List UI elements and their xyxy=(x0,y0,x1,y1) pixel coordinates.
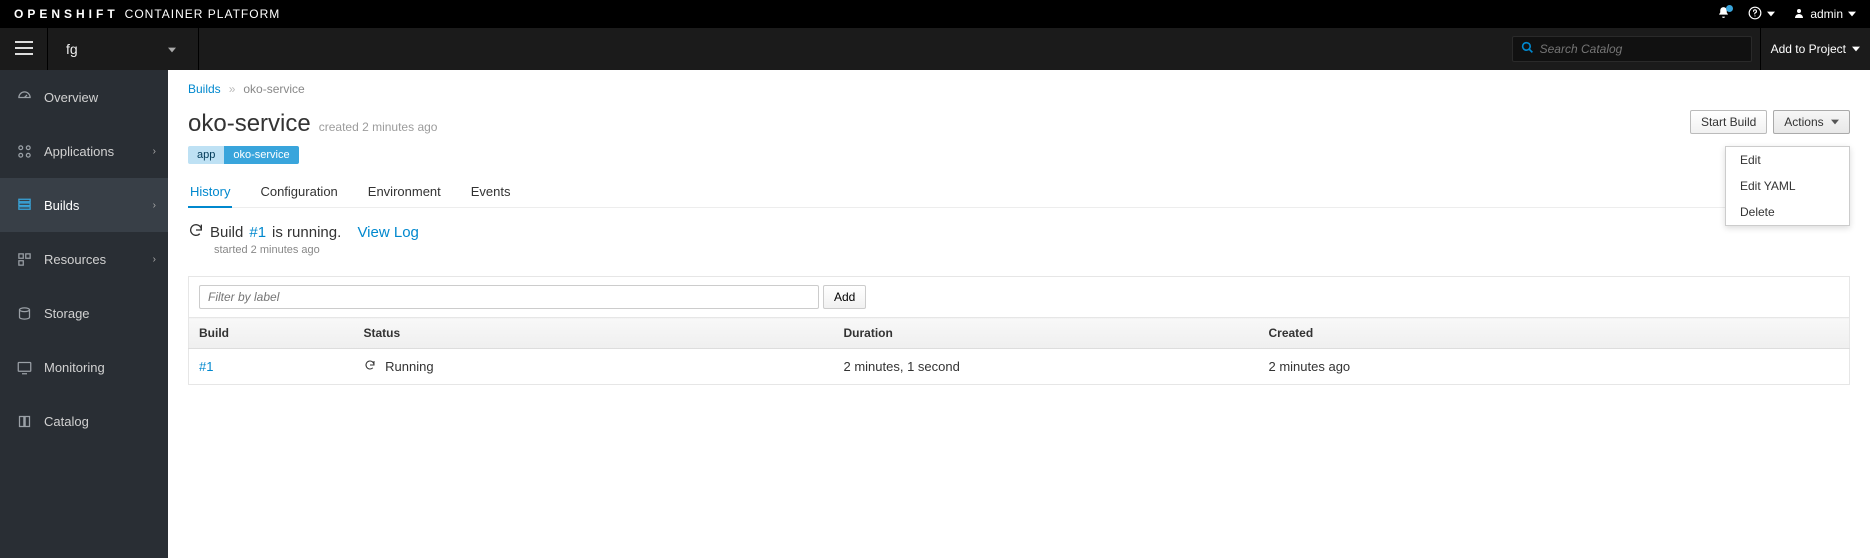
actions-label: Actions xyxy=(1784,115,1823,129)
tab-environment[interactable]: Environment xyxy=(366,178,443,207)
add-to-project-button[interactable]: Add to Project xyxy=(1760,28,1870,70)
user-label: admin xyxy=(1810,7,1843,21)
sidebar-item-applications[interactable]: Applications › xyxy=(0,124,168,178)
sidebar: Overview Applications › Builds › Resourc… xyxy=(0,70,168,558)
status-started: started 2 minutes ago xyxy=(214,244,1850,256)
search-icon xyxy=(1521,41,1534,57)
page-title: oko-service xyxy=(188,110,311,138)
builds-icon xyxy=(16,197,32,213)
chevron-down-icon xyxy=(1831,115,1839,129)
tabs: History Configuration Environment Events xyxy=(188,178,1850,208)
status-suffix: is running. xyxy=(272,224,341,241)
chevron-right-icon: › xyxy=(153,200,156,211)
dashboard-icon xyxy=(16,89,32,105)
table-row: #1 Running 2 minutes, 1 second 2 minutes… xyxy=(189,349,1850,385)
page-created-meta: created 2 minutes ago xyxy=(319,120,438,134)
actions-edit-yaml[interactable]: Edit YAML xyxy=(1726,173,1849,199)
main-content: Builds » oko-service oko-service created… xyxy=(168,70,1870,558)
sidebar-item-label: Builds xyxy=(44,198,79,213)
sync-icon xyxy=(188,222,204,242)
sidebar-item-monitoring[interactable]: Monitoring xyxy=(0,340,168,394)
labels-row: appoko-service xyxy=(188,146,1850,164)
tab-configuration[interactable]: Configuration xyxy=(258,178,339,207)
project-name: fg xyxy=(66,41,78,57)
breadcrumb-sep: » xyxy=(229,82,236,96)
build-link[interactable]: #1 xyxy=(199,359,213,374)
catalog-search-input[interactable] xyxy=(1540,42,1743,56)
sync-icon xyxy=(364,359,380,374)
builds-table: Build Status Duration Created #1 Running… xyxy=(188,317,1850,385)
build-status-line: Build #1 is running. View Log xyxy=(188,222,1850,242)
chevron-down-icon xyxy=(1852,42,1860,56)
tab-events[interactable]: Events xyxy=(469,178,513,207)
breadcrumb: Builds » oko-service xyxy=(188,82,1850,96)
storage-icon xyxy=(16,305,32,321)
sidebar-item-overview[interactable]: Overview xyxy=(0,70,168,124)
actions-dropdown-button[interactable]: Actions xyxy=(1773,110,1850,134)
actions-edit[interactable]: Edit xyxy=(1726,147,1849,173)
build-duration: 2 minutes, 1 second xyxy=(834,349,1259,385)
filter-row: Add xyxy=(188,276,1850,317)
applications-icon xyxy=(16,143,32,159)
sidebar-item-label: Applications xyxy=(44,144,114,159)
hamburger-icon xyxy=(15,41,33,58)
sidebar-item-label: Storage xyxy=(44,306,90,321)
context-bar: fg Add to Project xyxy=(0,28,1870,70)
label-value[interactable]: oko-service xyxy=(224,146,298,164)
col-created[interactable]: Created xyxy=(1259,318,1850,349)
monitoring-icon xyxy=(16,359,32,375)
filter-input[interactable] xyxy=(199,285,819,309)
masthead: OPENSHIFT CONTAINER PLATFORM admin xyxy=(0,0,1870,28)
brand-logo: OPENSHIFT xyxy=(14,7,119,21)
build-status: Running xyxy=(385,359,433,374)
add-to-project-label: Add to Project xyxy=(1771,42,1846,56)
breadcrumb-root[interactable]: Builds xyxy=(188,82,221,96)
sidebar-item-resources[interactable]: Resources › xyxy=(0,232,168,286)
actions-dropdown-menu: Edit Edit YAML Delete xyxy=(1725,146,1850,226)
status-build-link[interactable]: #1 xyxy=(249,224,266,241)
help-icon xyxy=(1748,6,1762,23)
sidebar-toggle[interactable] xyxy=(0,28,48,70)
col-status[interactable]: Status xyxy=(354,318,834,349)
label-key[interactable]: app xyxy=(188,146,224,164)
filter-add-button[interactable]: Add xyxy=(823,285,866,309)
status-prefix: Build xyxy=(210,224,243,241)
catalog-search[interactable] xyxy=(1512,36,1752,62)
chevron-down-icon xyxy=(1848,7,1856,21)
notification-dot xyxy=(1726,5,1733,12)
chevron-down-icon xyxy=(168,41,176,57)
sidebar-item-catalog[interactable]: Catalog xyxy=(0,394,168,448)
sidebar-item-label: Overview xyxy=(44,90,98,105)
chevron-right-icon: › xyxy=(153,254,156,265)
sidebar-item-label: Catalog xyxy=(44,414,89,429)
resources-icon xyxy=(16,251,32,267)
sidebar-item-storage[interactable]: Storage xyxy=(0,286,168,340)
project-selector[interactable]: fg xyxy=(48,28,199,70)
catalog-icon xyxy=(16,413,32,429)
sidebar-item-builds[interactable]: Builds › xyxy=(0,178,168,232)
col-build[interactable]: Build xyxy=(189,318,354,349)
sidebar-item-label: Resources xyxy=(44,252,106,267)
start-build-button[interactable]: Start Build xyxy=(1690,110,1767,134)
chevron-down-icon xyxy=(1767,7,1775,21)
help-menu[interactable] xyxy=(1748,6,1775,23)
breadcrumb-current: oko-service xyxy=(243,82,304,96)
title-bar: oko-service created 2 minutes ago Start … xyxy=(188,110,1850,138)
col-duration[interactable]: Duration xyxy=(834,318,1259,349)
view-log-link[interactable]: View Log xyxy=(357,224,418,241)
sidebar-item-label: Monitoring xyxy=(44,360,105,375)
user-icon xyxy=(1793,7,1805,22)
notifications-button[interactable] xyxy=(1717,6,1730,22)
brand-subtitle: CONTAINER PLATFORM xyxy=(125,7,281,21)
actions-delete[interactable]: Delete xyxy=(1726,199,1849,225)
chevron-right-icon: › xyxy=(153,146,156,157)
tab-history[interactable]: History xyxy=(188,178,232,207)
user-menu[interactable]: admin xyxy=(1793,7,1856,22)
build-created: 2 minutes ago xyxy=(1259,349,1850,385)
